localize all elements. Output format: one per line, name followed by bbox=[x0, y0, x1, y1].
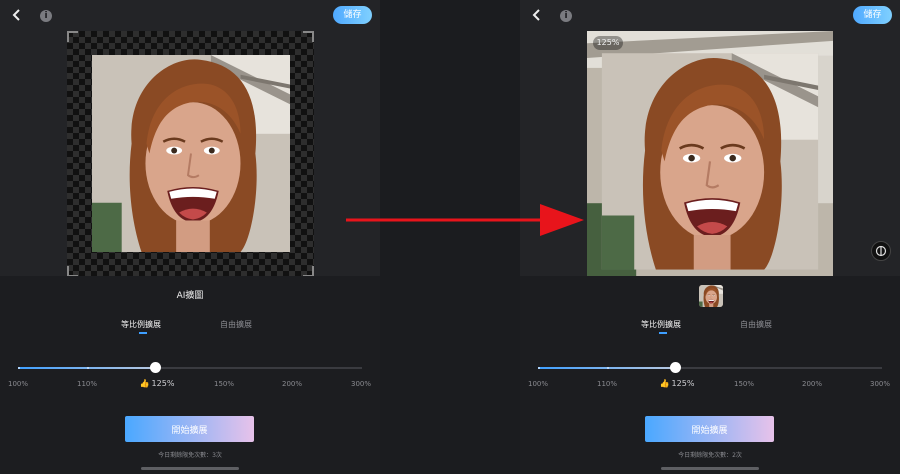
slider-tick-label-selected[interactable]: 👍 125% bbox=[656, 379, 698, 388]
slider-tick-dot bbox=[607, 367, 609, 369]
home-indicator bbox=[141, 467, 239, 470]
info-icon[interactable]: i bbox=[40, 10, 52, 22]
slider-tick-label[interactable]: 100% bbox=[0, 380, 38, 388]
tab-free-expand[interactable]: 自由擴展 bbox=[220, 319, 252, 330]
info-icon[interactable]: i bbox=[560, 10, 572, 22]
slider-tick-label-selected[interactable]: 👍 125% bbox=[136, 379, 178, 388]
slider-tick-dot bbox=[18, 367, 20, 369]
crop-handle-top-left[interactable] bbox=[67, 31, 78, 42]
tab-free-expand[interactable]: 自由擴展 bbox=[740, 319, 772, 330]
start-expand-button[interactable]: 開始擴展 bbox=[125, 416, 254, 442]
slider-tick-label[interactable]: 150% bbox=[724, 380, 764, 388]
feature-title: AI擴圖 bbox=[176, 291, 204, 301]
zoom-level-badge: 125% bbox=[593, 36, 623, 50]
slider-tick-label[interactable]: 300% bbox=[341, 380, 381, 388]
slider-tick-label[interactable]: 110% bbox=[67, 380, 107, 388]
editor-panel-before: i 儲存 AI擴圖 等比例擴展 自由擴展 100% 110% 👍 125% 150… bbox=[0, 0, 380, 474]
image-canvas: i 儲存 bbox=[0, 0, 380, 277]
save-button[interactable]: 儲存 bbox=[853, 6, 892, 24]
thumbs-up-icon: 👍 bbox=[659, 379, 670, 388]
slider-tick-label[interactable]: 110% bbox=[587, 380, 627, 388]
slider-tick-dot bbox=[538, 367, 540, 369]
slider-tick-label[interactable]: 200% bbox=[792, 380, 832, 388]
home-indicator bbox=[661, 467, 759, 470]
tab-proportional-expand[interactable]: 等比例擴展 bbox=[121, 319, 161, 330]
expanded-photo bbox=[587, 31, 833, 277]
tab-active-indicator bbox=[139, 332, 147, 334]
scale-slider-knob[interactable] bbox=[670, 362, 681, 373]
tab-active-indicator bbox=[659, 332, 667, 334]
expand-controls bbox=[0, 276, 380, 474]
slider-tick-label[interactable]: 300% bbox=[860, 380, 900, 388]
tab-proportional-expand[interactable]: 等比例擴展 bbox=[641, 319, 681, 330]
source-photo bbox=[92, 55, 290, 252]
save-button[interactable]: 儲存 bbox=[333, 6, 372, 24]
slider-tick-label[interactable]: 150% bbox=[204, 380, 244, 388]
remaining-quota-text: 今日剩餘限免次數：2次 bbox=[678, 452, 742, 459]
remaining-quota-text: 今日剩餘限免次數：3次 bbox=[158, 452, 222, 459]
slider-tick-label[interactable]: 200% bbox=[272, 380, 312, 388]
back-icon[interactable] bbox=[9, 7, 25, 23]
crop-handle-top-right[interactable] bbox=[303, 31, 314, 42]
compare-icon[interactable] bbox=[871, 241, 891, 261]
scale-slider-knob[interactable] bbox=[150, 362, 161, 373]
annotation-arrow-icon bbox=[346, 204, 584, 236]
start-expand-button[interactable]: 開始擴展 bbox=[645, 416, 774, 442]
thumbs-up-icon: 👍 bbox=[139, 379, 150, 388]
back-icon[interactable] bbox=[529, 7, 545, 23]
result-thumbnail[interactable] bbox=[699, 285, 723, 307]
slider-tick-label[interactable]: 100% bbox=[518, 380, 558, 388]
slider-tick-dot bbox=[87, 367, 89, 369]
